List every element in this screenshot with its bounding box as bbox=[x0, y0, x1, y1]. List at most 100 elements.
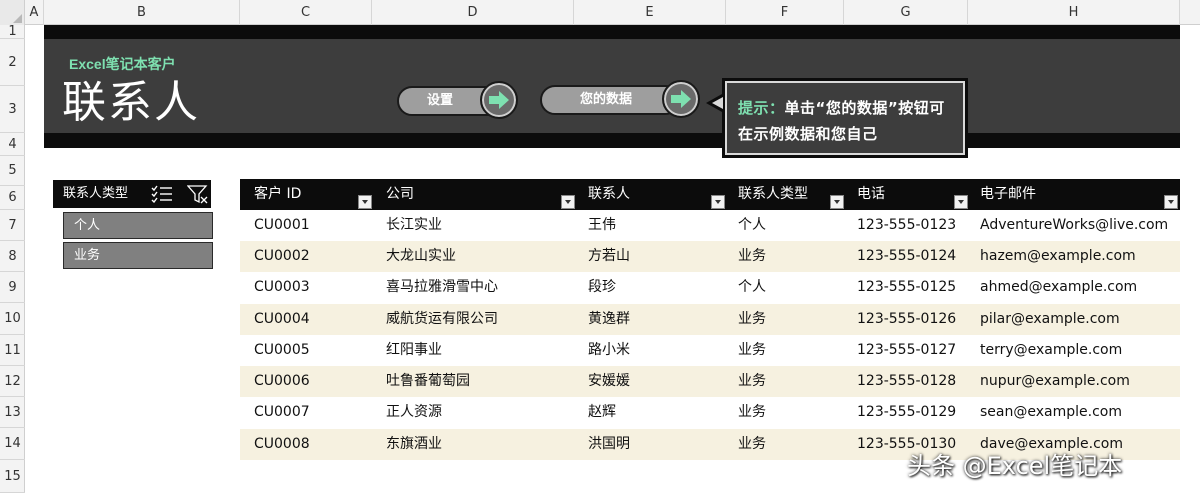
row-header-5[interactable]: 5 bbox=[0, 156, 25, 186]
cell-company[interactable]: 喜马拉雅滑雪中心 bbox=[386, 272, 498, 303]
cell-contact-type[interactable]: 业务 bbox=[738, 397, 766, 428]
table-row: CU0001 长江实业 王伟 个人 123-555-0123 Adventure… bbox=[240, 210, 1180, 241]
row-header-11[interactable]: 11 bbox=[0, 335, 25, 366]
cell-contact[interactable]: 路小米 bbox=[588, 335, 630, 366]
cell-contact[interactable]: 段珍 bbox=[588, 272, 616, 303]
cell-contact-type[interactable]: 业务 bbox=[738, 429, 766, 460]
cell-contact[interactable]: 安媛媛 bbox=[588, 366, 630, 397]
column-header-d[interactable]: D bbox=[372, 0, 574, 25]
cell-company[interactable]: 东旗酒业 bbox=[386, 429, 442, 460]
settings-arrow-icon[interactable] bbox=[480, 81, 518, 119]
banner-bottom-stripe bbox=[44, 133, 1180, 148]
row-header-9[interactable]: 9 bbox=[0, 272, 25, 303]
header-contact-type: 联系人类型 bbox=[738, 186, 808, 202]
row-header-bar: 1 2 3 4 5 6 7 8 9 10 11 12 13 14 15 bbox=[0, 24, 25, 493]
filter-dropdown-icon[interactable] bbox=[1164, 195, 1178, 209]
cell-email[interactable]: AdventureWorks@live.com bbox=[980, 210, 1168, 241]
row-header-15[interactable]: 15 bbox=[0, 460, 25, 493]
slicer-item-personal[interactable]: 个人 bbox=[63, 212, 213, 239]
row-header-13[interactable]: 13 bbox=[0, 397, 25, 428]
cell-company[interactable]: 吐鲁番葡萄园 bbox=[386, 366, 470, 397]
row-header-1[interactable]: 1 bbox=[0, 24, 25, 39]
header-company: 公司 bbox=[386, 186, 414, 202]
slicer-header: 联系人类型 bbox=[53, 180, 211, 208]
row-header-6[interactable]: 6 bbox=[0, 186, 25, 210]
cell-customer-id[interactable]: CU0008 bbox=[254, 429, 310, 460]
cell-customer-id[interactable]: CU0005 bbox=[254, 335, 310, 366]
column-header-f[interactable]: F bbox=[726, 0, 844, 25]
column-header-bar: A B C D E F G H bbox=[0, 0, 1200, 25]
cell-contact-type[interactable]: 业务 bbox=[738, 366, 766, 397]
row-header-12[interactable]: 12 bbox=[0, 366, 25, 397]
cell-phone[interactable]: 123-555-0128 bbox=[857, 366, 956, 397]
slicer-item-business[interactable]: 业务 bbox=[63, 242, 213, 269]
filter-dropdown-icon[interactable] bbox=[358, 195, 372, 209]
banner-subtitle: Excel笔记本客户 bbox=[69, 56, 176, 72]
header-email: 电子邮件 bbox=[980, 186, 1036, 202]
cell-phone[interactable]: 123-555-0129 bbox=[857, 397, 956, 428]
slicer-title: 联系人类型 bbox=[63, 186, 129, 201]
filter-dropdown-icon[interactable] bbox=[954, 195, 968, 209]
cell-contact[interactable]: 方若山 bbox=[588, 241, 630, 272]
table-row: CU0006 吐鲁番葡萄园 安媛媛 业务 123-555-0128 nupur@… bbox=[240, 366, 1180, 397]
cell-company[interactable]: 大龙山实业 bbox=[386, 241, 456, 272]
cell-customer-id[interactable]: CU0002 bbox=[254, 241, 310, 272]
cell-company[interactable]: 长江实业 bbox=[386, 210, 442, 241]
row-header-10[interactable]: 10 bbox=[0, 303, 25, 335]
cell-customer-id[interactable]: CU0003 bbox=[254, 272, 310, 303]
table-row: CU0003 喜马拉雅滑雪中心 段珍 个人 123-555-0125 ahmed… bbox=[240, 272, 1180, 303]
cell-email[interactable]: nupur@example.com bbox=[980, 366, 1130, 397]
row-header-14[interactable]: 14 bbox=[0, 428, 25, 460]
cell-customer-id[interactable]: CU0004 bbox=[254, 304, 310, 335]
multi-select-icon[interactable] bbox=[151, 185, 173, 214]
cell-contact-type[interactable]: 个人 bbox=[738, 272, 766, 303]
row-header-8[interactable]: 8 bbox=[0, 241, 25, 272]
cell-contact[interactable]: 洪国明 bbox=[588, 429, 630, 460]
cell-phone[interactable]: 123-555-0126 bbox=[857, 304, 956, 335]
cell-phone[interactable]: 123-555-0125 bbox=[857, 272, 956, 303]
cell-phone[interactable]: 123-555-0127 bbox=[857, 335, 956, 366]
column-header-h[interactable]: H bbox=[968, 0, 1180, 25]
cell-contact[interactable]: 赵辉 bbox=[588, 397, 616, 428]
column-header-a[interactable]: A bbox=[25, 0, 44, 25]
row-header-3[interactable]: 3 bbox=[0, 86, 25, 133]
cell-contact-type[interactable]: 业务 bbox=[738, 304, 766, 335]
clear-filter-icon[interactable] bbox=[186, 185, 209, 215]
table-row: CU0002 大龙山实业 方若山 业务 123-555-0124 hazem@e… bbox=[240, 241, 1180, 272]
cell-phone[interactable]: 123-555-0124 bbox=[857, 241, 956, 272]
row-header-4[interactable]: 4 bbox=[0, 133, 25, 156]
cell-company[interactable]: 正人资源 bbox=[386, 397, 442, 428]
cell-contact[interactable]: 王伟 bbox=[588, 210, 616, 241]
cell-email[interactable]: sean@example.com bbox=[980, 397, 1122, 428]
filter-dropdown-icon[interactable] bbox=[711, 195, 725, 209]
column-header-e[interactable]: E bbox=[574, 0, 726, 25]
select-all-corner[interactable] bbox=[0, 0, 25, 25]
row-header-2[interactable]: 2 bbox=[0, 39, 25, 86]
column-header-g[interactable]: G bbox=[844, 0, 968, 25]
cell-contact-type[interactable]: 业务 bbox=[738, 335, 766, 366]
cell-contact-type[interactable]: 个人 bbox=[738, 210, 766, 241]
filter-dropdown-icon[interactable] bbox=[561, 195, 575, 209]
cell-customer-id[interactable]: CU0006 bbox=[254, 366, 310, 397]
row-header-7[interactable]: 7 bbox=[0, 210, 25, 241]
cell-email[interactable]: terry@example.com bbox=[980, 335, 1122, 366]
tip-prefix: 提示： bbox=[738, 99, 785, 117]
cell-contact-type[interactable]: 业务 bbox=[738, 241, 766, 272]
cell-company[interactable]: 威航货运有限公司 bbox=[386, 304, 498, 335]
cell-customer-id[interactable]: CU0007 bbox=[254, 397, 310, 428]
cell-email[interactable]: pilar@example.com bbox=[980, 304, 1120, 335]
cell-contact[interactable]: 黄逸群 bbox=[588, 304, 630, 335]
filter-dropdown-icon[interactable] bbox=[830, 195, 844, 209]
cell-email[interactable]: hazem@example.com bbox=[980, 241, 1136, 272]
tip-pointer-inner bbox=[712, 97, 723, 109]
cell-customer-id[interactable]: CU0001 bbox=[254, 210, 310, 241]
your-data-button[interactable]: 您的数据 bbox=[540, 85, 680, 115]
column-header-b[interactable]: B bbox=[44, 0, 240, 25]
cell-company[interactable]: 红阳事业 bbox=[386, 335, 442, 366]
cell-phone[interactable]: 123-555-0123 bbox=[857, 210, 956, 241]
banner-top-stripe bbox=[44, 25, 1180, 39]
column-header-c[interactable]: C bbox=[240, 0, 372, 25]
tip-callout: 提示：单击“您的数据”按钮可在示例数据和您自己 bbox=[722, 78, 968, 158]
cell-email[interactable]: ahmed@example.com bbox=[980, 272, 1137, 303]
your-data-arrow-icon[interactable] bbox=[662, 80, 700, 118]
